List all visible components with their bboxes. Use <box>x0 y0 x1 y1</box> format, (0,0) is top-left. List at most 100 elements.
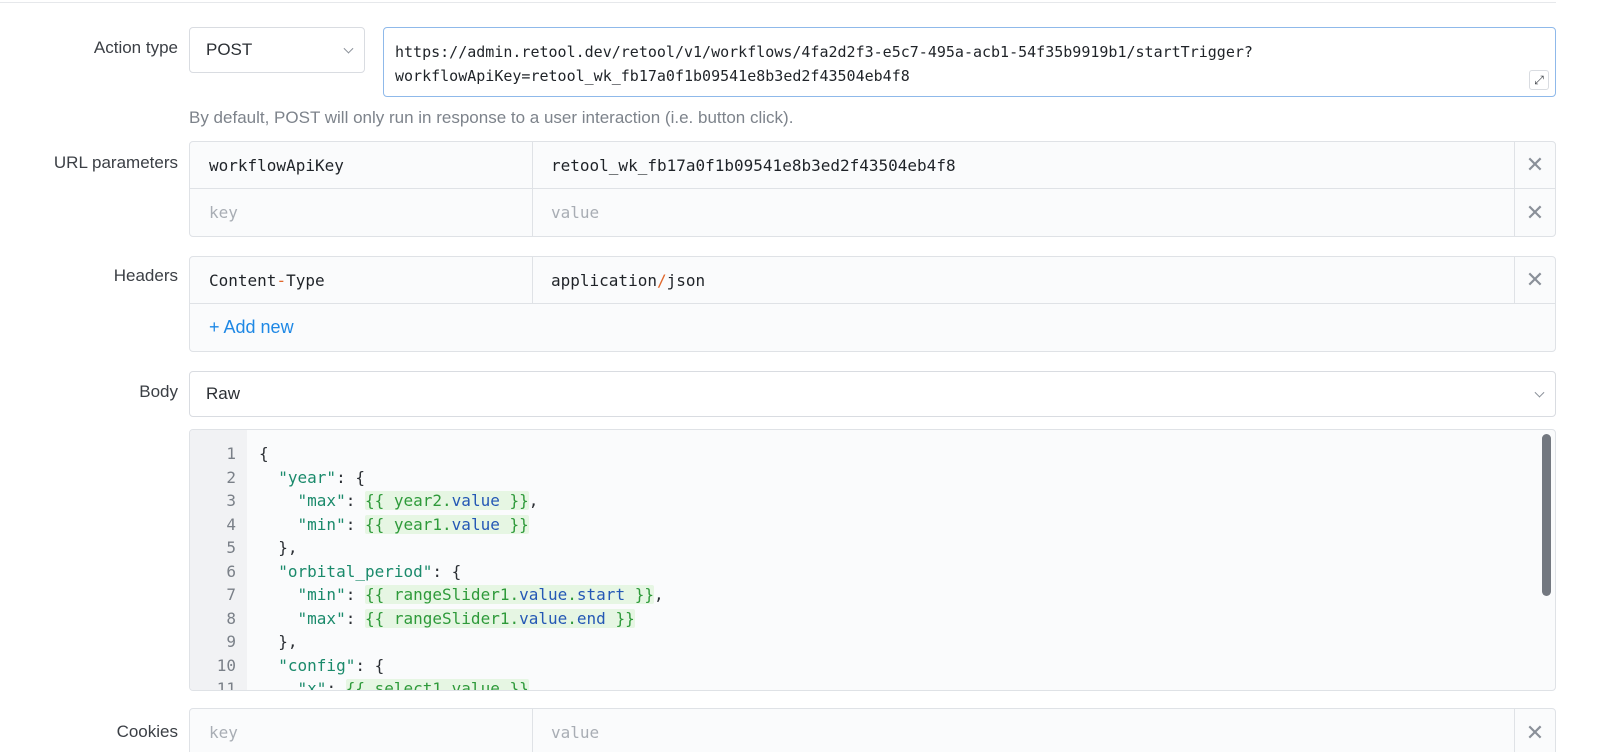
header-key-part: Type <box>286 270 325 290</box>
json-key: "max" <box>297 491 346 510</box>
code-line: 7 "min": {{ rangeSlider1.value.start }}, <box>190 583 1555 607</box>
cookies-label: Cookies <box>116 722 178 741</box>
template-prop: end <box>576 608 606 628</box>
headers-label: Headers <box>113 266 178 285</box>
close-icon[interactable]: ✕ <box>1515 142 1555 188</box>
code-line: 3 "max": {{ year2.value }}, <box>190 489 1555 513</box>
template-part: }} <box>499 491 529 510</box>
template-prop: value <box>519 608 568 628</box>
json-key: "orbital_period" <box>278 561 433 581</box>
code-text: "config": { <box>259 654 384 678</box>
line-number: 6 <box>226 561 236 581</box>
headers-table: Content - Type application / json ✕ + Add ne… <box>189 256 1556 352</box>
code-punct: : { <box>432 561 462 581</box>
code-text: "max": {{ rangeSlider1.value.end }} <box>297 608 635 628</box>
body-type-select[interactable]: Raw <box>189 371 1556 417</box>
template-prop: value <box>451 491 500 510</box>
param-key-field[interactable]: workflowApiKey <box>190 142 533 188</box>
method-select-value: POST <box>206 40 253 59</box>
code-text: "max": {{ year2.value }}, <box>297 491 539 510</box>
template-expression: {{ select1.value }} <box>345 679 529 690</box>
url-input[interactable]: https://admin.retool.dev/retool/v1/workf… <box>383 27 1556 97</box>
body-label: Body <box>139 382 178 401</box>
json-key: "year" <box>278 467 337 487</box>
body-type-value: Raw <box>206 384 241 403</box>
template-part: }} <box>499 514 529 534</box>
table-row: key value ✕ <box>190 189 1555 236</box>
code-text: "orbital_period": { <box>259 560 461 584</box>
template-part: {{ rangeSlider1. <box>364 585 520 604</box>
code-text: }, <box>259 536 297 560</box>
top-divider <box>0 0 1556 3</box>
line-number: 9 <box>226 632 236 651</box>
code-line: 5 }, <box>190 536 1555 560</box>
template-prop: start <box>576 585 626 604</box>
code-punct: , <box>528 491 539 510</box>
template-expression: {{ year2.value }} <box>364 491 529 510</box>
code-line: 10 "config": { <box>190 654 1555 678</box>
header-key-part: Content <box>209 270 277 290</box>
template-part: }} <box>605 608 635 628</box>
code-punct: : { <box>336 467 365 487</box>
json-key: "min" <box>297 514 346 534</box>
action-type-label: Action type <box>93 38 178 57</box>
template-part: . <box>567 585 577 604</box>
template-prop: value <box>451 514 500 534</box>
url-line-2: workflowApiKey=retool_wk_fb17a0f1b09541e… <box>395 67 910 85</box>
code-line: 11 "x": {{ select1.value }} <box>190 677 1555 690</box>
close-icon[interactable]: ✕ <box>1515 189 1555 236</box>
json-key: "config" <box>278 655 356 675</box>
param-value-field[interactable]: value <box>533 189 1515 236</box>
table-row: key value ✕ <box>190 709 1555 752</box>
add-header-button[interactable]: + Add new <box>190 304 1555 351</box>
header-value-part: application <box>551 270 657 290</box>
code-text: "x": {{ select1.value }} <box>259 677 529 690</box>
table-row: Content - Type application / json ✕ <box>190 257 1555 304</box>
code-text: "min": {{ rangeSlider1.value.start }}, <box>297 585 664 604</box>
template-prop: value <box>519 585 568 604</box>
line-number: 1 <box>226 444 236 463</box>
json-key: "max" <box>297 608 346 628</box>
header-value-separator: / <box>656 270 667 290</box>
body-code-editor[interactable]: 1{ 2 "year": { 3 "max": {{ year2.value }… <box>189 429 1556 691</box>
header-value-field[interactable]: application / json <box>533 257 1515 303</box>
expand-editor-icon[interactable]: ⤢ <box>1529 70 1549 90</box>
line-number: 7 <box>226 585 236 604</box>
method-hint: By default, POST will only run in respon… <box>189 108 794 127</box>
table-row: workflowApiKey retool_wk_fb17a0f1b09541e… <box>190 142 1555 189</box>
param-key-field[interactable]: key <box>190 189 533 236</box>
json-key: "min" <box>297 585 346 604</box>
method-select[interactable]: POST <box>189 27 365 73</box>
header-key-field[interactable]: Content - Type <box>190 257 533 303</box>
code-text: { <box>259 444 269 463</box>
cookies-table: key value ✕ <box>189 708 1556 752</box>
template-part: {{ rangeSlider1. <box>364 608 520 628</box>
chevron-down-icon <box>1534 387 1545 398</box>
close-icon[interactable]: ✕ <box>1515 709 1555 752</box>
cookie-value-field[interactable]: value <box>533 709 1515 752</box>
url-parameters-label: URL parameters <box>53 153 178 172</box>
line-number: 4 <box>226 514 236 534</box>
line-number: 5 <box>226 538 236 557</box>
code-punct: : { <box>355 655 385 675</box>
code-punct: }, <box>278 632 298 651</box>
url-line-1: https://admin.retool.dev/retool/v1/workf… <box>395 43 1253 61</box>
code-text: }, <box>259 630 298 654</box>
editor-scrollbar[interactable] <box>1542 434 1551 596</box>
code-line: 1{ <box>190 442 1555 466</box>
template-part: . <box>567 608 577 628</box>
template-expression: {{ rangeSlider1.value.end }} <box>364 608 635 628</box>
line-number: 3 <box>226 491 236 510</box>
header-key-separator: - <box>276 270 287 290</box>
close-icon[interactable]: ✕ <box>1515 257 1555 303</box>
template-part: {{ year1. <box>364 514 452 534</box>
code-line: 4 "min": {{ year1.value }} <box>190 513 1555 537</box>
code-line: 6 "orbital_period": { <box>190 560 1555 584</box>
code-line: 9 }, <box>190 630 1555 654</box>
line-number: 8 <box>226 608 236 628</box>
cookie-key-field[interactable]: key <box>190 709 533 752</box>
param-value-field[interactable]: retool_wk_fb17a0f1b09541e8b3ed2f43504eb4… <box>533 142 1515 188</box>
code-text: "year": { <box>259 466 365 490</box>
chevron-down-icon <box>343 43 354 54</box>
code-text: "min": {{ year1.value }} <box>297 514 529 534</box>
